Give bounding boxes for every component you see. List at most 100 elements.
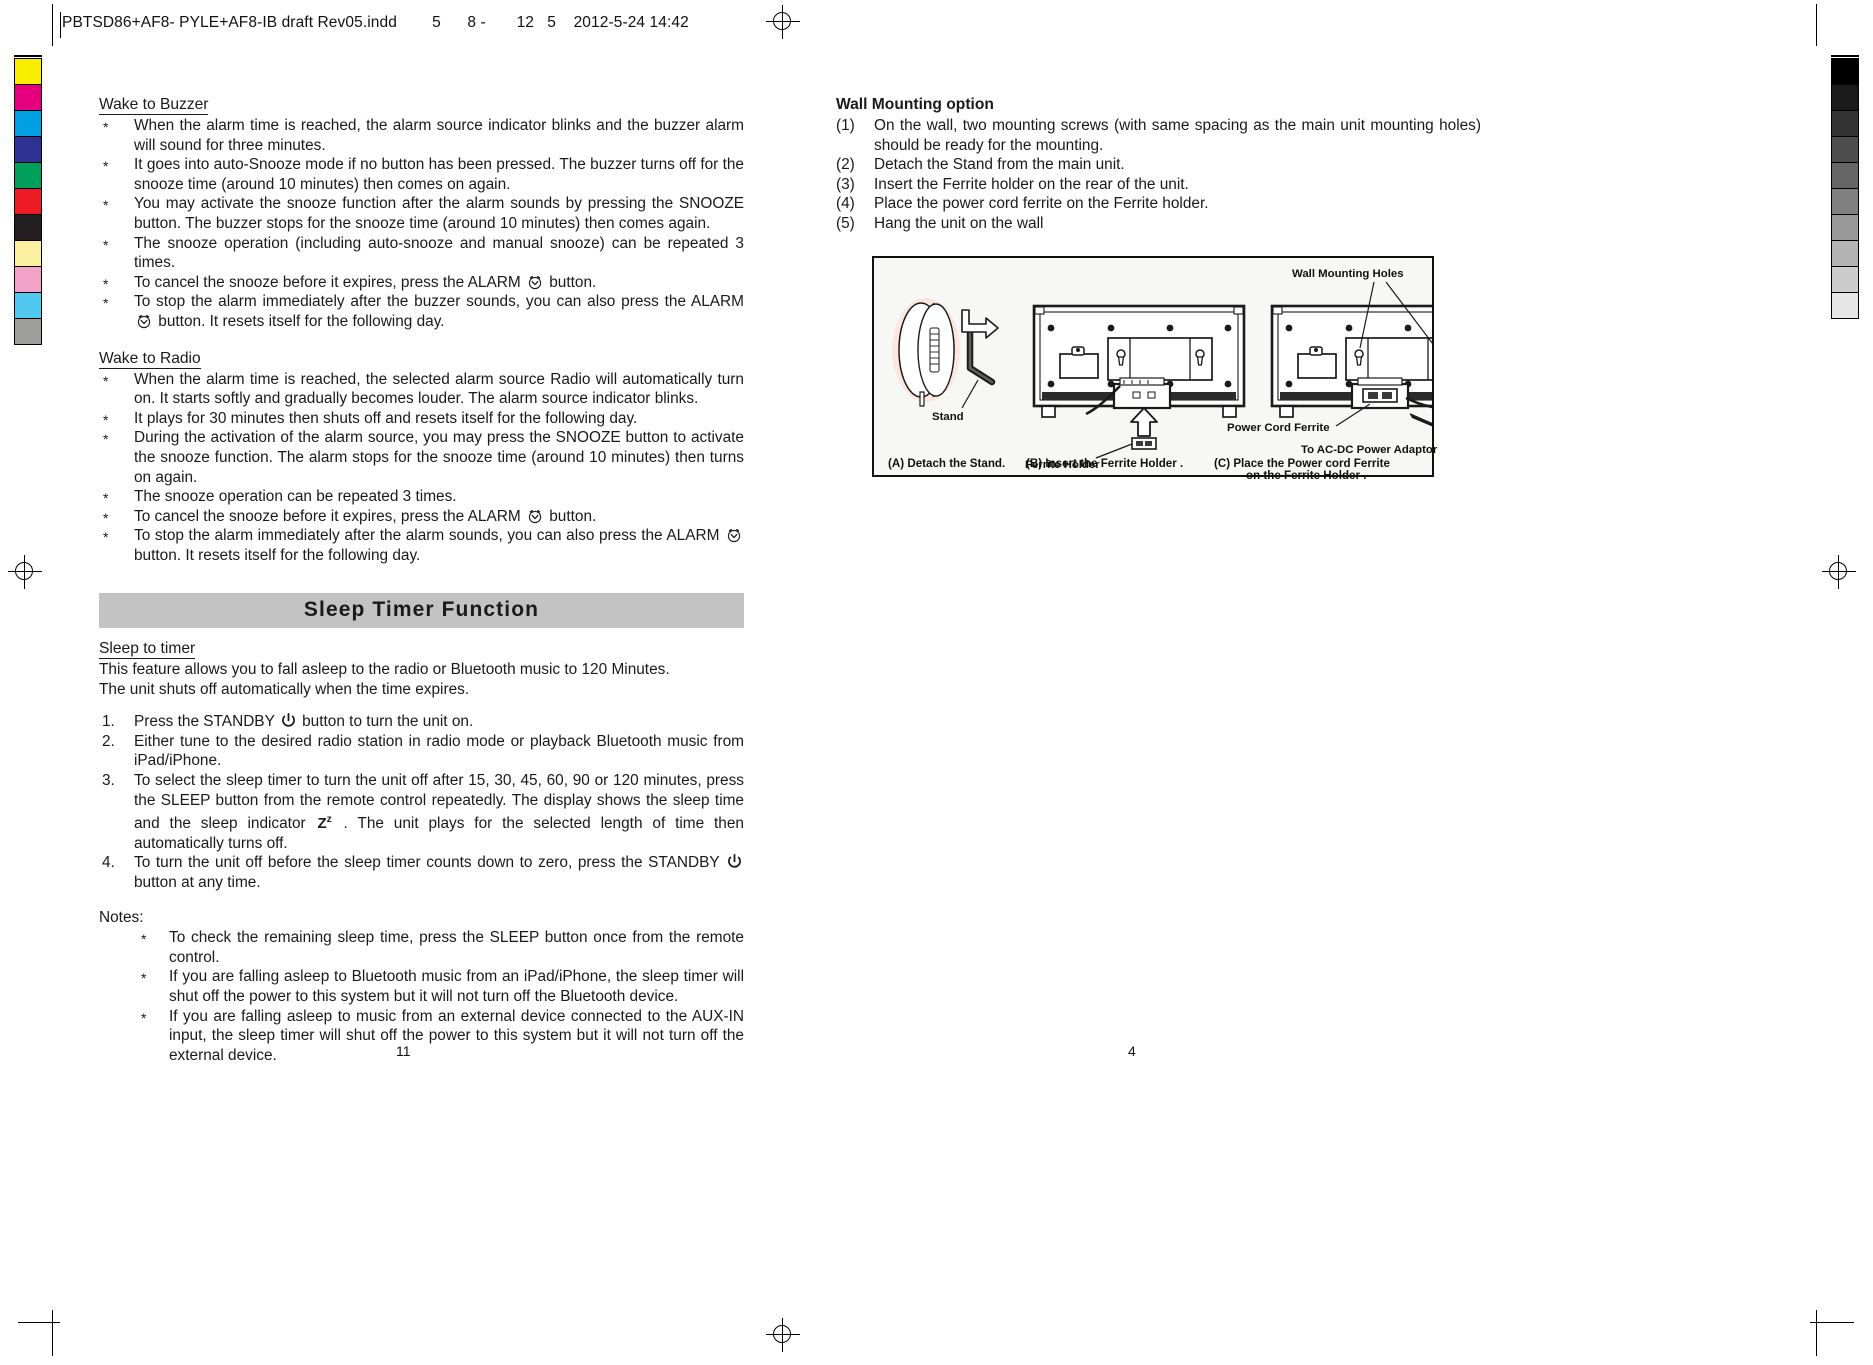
list-item-text-post: button. [544, 507, 597, 525]
color-swatch [14, 58, 42, 85]
figure-caption-c-line2: on the Ferrite Holder . [1246, 468, 1367, 482]
star-marker: * [141, 1009, 147, 1026]
diagram-stand-group [892, 297, 999, 408]
step-text: Hang the unit on the wall [874, 214, 1044, 232]
document-page: PBTSD86+AF8- PYLE+AF8-IB draft Rev05.ind… [0, 0, 1873, 1365]
list-item: * During the activation of the alarm sou… [99, 428, 744, 487]
crop-mark-bottom-left-vertical [52, 1310, 53, 1356]
list-item: * It plays for 30 minutes then shuts off… [99, 409, 744, 429]
list-item-text-pre: To cancel the snooze before it expires, … [134, 273, 525, 291]
grey-swatch [1831, 266, 1859, 293]
star-marker: * [103, 295, 109, 312]
grey-swatch [1831, 110, 1859, 137]
color-control-strip [14, 55, 42, 345]
color-swatch [14, 136, 42, 163]
crop-mark-bottom-right-horizontal [1810, 1322, 1854, 1323]
list-item: (5) Hang the unit on the wall [836, 214, 1481, 234]
list-item-text: When the alarm time is reached, the alar… [134, 117, 744, 154]
list-item: (2) Detach the Stand from the main unit. [836, 155, 1481, 175]
wall-mounting-steps: (1) On the wall, two mounting screws (wi… [836, 116, 1481, 234]
note-text: If you are falling asleep to music from … [169, 1007, 744, 1064]
step-marker: 4. [102, 854, 115, 872]
note-text: To check the remaining sleep time, press… [169, 929, 744, 966]
star-marker: * [141, 970, 147, 987]
list-item-text: The snooze operation can be repeated 3 t… [134, 488, 457, 506]
step-text: On the wall, two mounting screws (with s… [874, 117, 1481, 154]
list-item: * The snooze operation (including auto-s… [99, 234, 744, 273]
color-swatch [14, 188, 42, 215]
step-text: Place the power cord ferrite on the Ferr… [874, 195, 1209, 213]
step-text-pre: To turn the unit off before the sleep ti… [134, 854, 725, 872]
wake-to-radio-list: * When the alarm time is reached, the se… [99, 370, 744, 566]
list-item: * To check the remaining sleep time, pre… [137, 928, 744, 967]
list-item: 4. To turn the unit off before the sleep… [99, 853, 744, 892]
star-marker: * [103, 529, 109, 546]
grey-strip-capline [1831, 55, 1859, 57]
crop-mark-bottom-right-vertical [1816, 1310, 1817, 1356]
sleep-timer-steps: 1. Press the STANDBY button to turn the … [99, 712, 744, 892]
list-item: * To cancel the snooze before it expires… [99, 507, 744, 527]
grey-swatch [1831, 240, 1859, 267]
star-marker: * [103, 197, 109, 214]
color-swatch [14, 266, 42, 293]
color-swatch [14, 110, 42, 137]
color-swatch [14, 318, 42, 345]
sleep-intro-line-2: The unit shuts off automatically when th… [99, 680, 470, 698]
step-marker: (3) [836, 175, 855, 193]
list-item: * You may activate the snooze function a… [99, 194, 744, 233]
list-item: (1) On the wall, two mounting screws (wi… [836, 116, 1481, 155]
registration-mark-bottom [766, 1318, 800, 1352]
list-item: (3) Insert the Ferrite holder on the rea… [836, 175, 1481, 195]
list-item-text-pre: To stop the alarm immediately after the … [134, 293, 744, 311]
color-swatch [14, 240, 42, 267]
star-marker: * [141, 931, 147, 948]
list-item-text: It plays for 30 minutes then shuts off a… [134, 409, 638, 427]
color-strip-capline [14, 55, 42, 57]
figure-caption-a: (A) Detach the Stand. [888, 456, 1006, 470]
heading-wall-mounting-option: Wall Mounting option [836, 96, 994, 113]
step-marker: (4) [836, 195, 855, 213]
wake-to-buzzer-list: * When the alarm time is reached, the al… [99, 116, 744, 332]
step-marker: (2) [836, 156, 855, 174]
step-marker: 1. [102, 713, 115, 731]
list-item-text-post: button. It resets itself for the followi… [154, 312, 445, 330]
grey-swatch [1831, 188, 1859, 215]
slug-rule [60, 12, 61, 38]
list-item: * The snooze operation can be repeated 3… [99, 487, 744, 507]
list-item-text-pre: To cancel the snooze before it expires, … [134, 507, 525, 525]
grey-swatch [1831, 162, 1859, 189]
list-item-text-pre: To stop the alarm immediately after the … [134, 527, 724, 545]
registration-mark-top [766, 5, 800, 39]
star-marker: * [103, 119, 109, 135]
list-item: * It goes into auto-Snooze mode if no bu… [99, 155, 744, 194]
left-page-column: Wake to Buzzer * When the alarm time is … [99, 95, 744, 1065]
page-number-left: 11 [396, 1043, 411, 1059]
list-item: * To cancel the snooze before it expires… [99, 273, 744, 293]
list-item: 3. To select the sleep timer to turn the… [99, 771, 744, 853]
grey-swatch [1831, 58, 1859, 85]
list-item-text-post: button. It resets itself for the followi… [134, 546, 421, 564]
alarm-clock-icon [527, 274, 543, 290]
alarm-clock-icon [726, 527, 742, 543]
section-band-sleep-timer: Sleep Timer Function [99, 593, 744, 629]
list-item: * When the alarm time is reached, the se… [99, 370, 744, 409]
sleep-intro-line-1: This feature allows you to fall asleep t… [99, 661, 670, 679]
grey-swatch [1831, 292, 1859, 319]
list-item: (4) Place the power cord ferrite on the … [836, 194, 1481, 214]
color-swatch [14, 84, 42, 111]
grey-swatch [1831, 84, 1859, 111]
step-marker: 2. [102, 732, 115, 750]
sleep-indicator-icon: Zz [317, 814, 332, 833]
alarm-clock-icon [527, 508, 543, 524]
step-marker: 3. [102, 772, 115, 790]
step-text: Insert the Ferrite holder on the rear of… [874, 175, 1189, 193]
step-text-pre: Press the STANDBY [134, 713, 279, 731]
note-text: If you are falling asleep to Bluetooth m… [169, 968, 744, 1005]
heading-wake-to-radio: Wake to Radio [99, 349, 201, 369]
grey-swatch [1831, 136, 1859, 163]
step-text: Detach the Stand from the main unit. [874, 156, 1125, 174]
list-item: 1. Press the STANDBY button to turn the … [99, 712, 744, 732]
list-item-text: You may activate the snooze function aft… [134, 195, 744, 232]
step-marker: (1) [836, 117, 855, 134]
